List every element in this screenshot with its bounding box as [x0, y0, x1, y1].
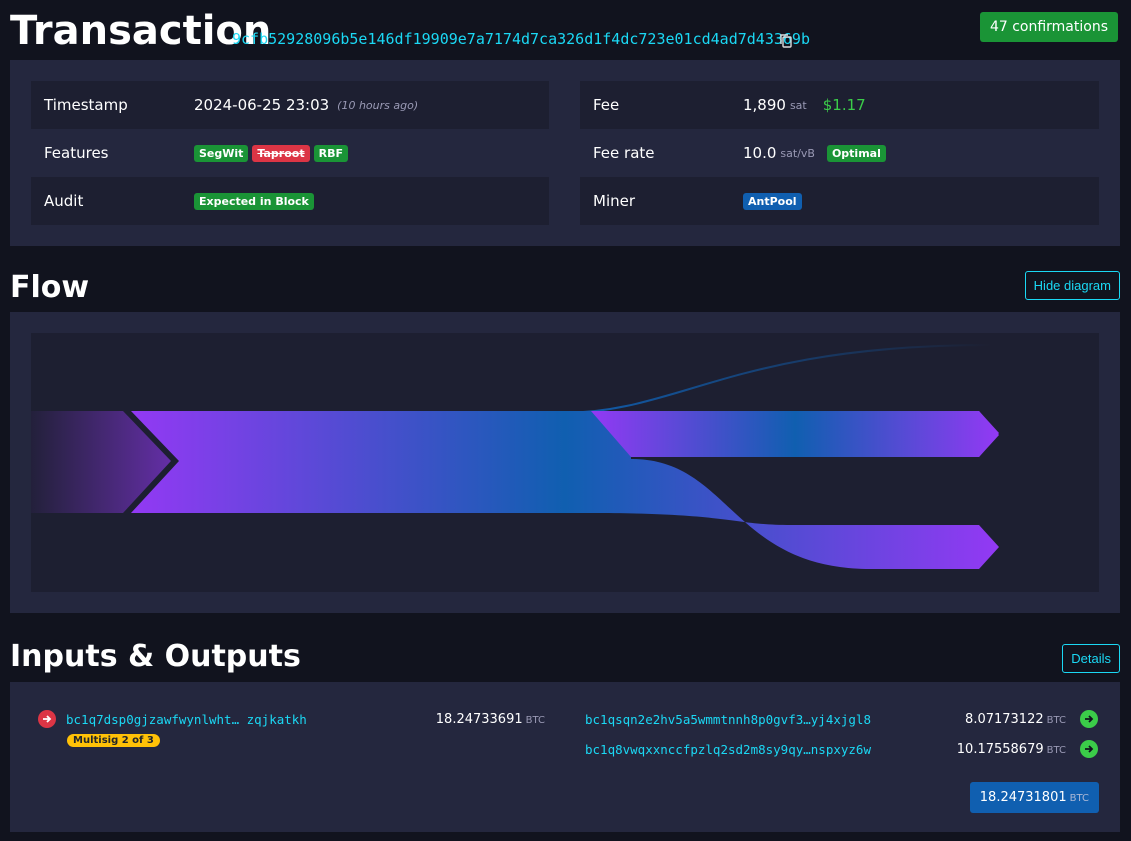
input-amount-value: 18.24733691 [435, 712, 523, 727]
io-title: Inputs & Outputs [10, 639, 301, 674]
taproot-badge[interactable]: Taproot [252, 144, 310, 162]
flow-output-top [591, 411, 999, 457]
fee-rate-row: Fee rate 10.0 sat/vB Optimal [580, 129, 1099, 177]
fee-label: Fee [593, 96, 620, 114]
multisig-badge: Multisig 2 of 3 [67, 734, 160, 747]
fee-rate-value: 10.0 [743, 144, 777, 162]
flow-title: Flow [10, 270, 90, 305]
flow-panel [10, 312, 1120, 613]
flow-diagram [31, 333, 1099, 592]
fee-rate-label: Fee rate [593, 144, 655, 162]
fee-usd: $1.17 [822, 96, 866, 114]
audit-label: Audit [44, 192, 84, 210]
total-amount-badge: 18.24731801 BTC [969, 782, 1099, 813]
miner-row: Miner AntPool [580, 177, 1099, 225]
output-arrow-icon-2[interactable] [1080, 740, 1098, 758]
fee-value: 1,890 [743, 96, 786, 114]
input-amount: 18.24733691 BTC [436, 712, 545, 727]
output-amount-2-value: 10.17558679 [956, 742, 1044, 757]
copy-icon[interactable] [780, 33, 792, 48]
total-amount-unit: BTC [1069, 793, 1089, 804]
details-button[interactable]: Details [1062, 644, 1120, 673]
segwit-badge[interactable]: SegWit [194, 144, 249, 162]
output-address-2[interactable]: bc1q8vwqxxnccfpzlq2sd2m8sy9qy…nspxyz6w [585, 742, 871, 757]
output-amount-1: 8.07173122 BTC [965, 712, 1066, 727]
io-panel: bc1q7dsp0gjzawfwynlwht… zqjkatkh Multisi… [10, 682, 1120, 832]
timestamp-row: Timestamp 2024-06-25 23:03 (10 hours ago… [31, 81, 549, 129]
fee-unit: sat [789, 98, 807, 112]
input-amount-unit: BTC [525, 715, 545, 726]
output-amount-1-unit: BTC [1046, 715, 1066, 726]
audit-row: Audit Expected in Block [31, 177, 549, 225]
optimal-badge: Optimal [826, 144, 886, 162]
timestamp-label: Timestamp [44, 96, 128, 114]
txid-link[interactable]: 9cfb52928096b5e146df19909e7a7174d7ca326d… [232, 30, 810, 48]
features-label: Features [44, 144, 109, 162]
output-address-1[interactable]: bc1qsqn2e2hv5a5wmmtnnh8p0gvf3…yj4xjgl8 [585, 712, 871, 727]
timestamp-ago: (10 hours ago) [337, 98, 419, 112]
timestamp-value: 2024-06-25 23:03 [194, 96, 330, 114]
flow-diagram-svg [31, 344, 999, 569]
confirmations-badge: 47 confirmations [979, 12, 1118, 42]
fee-row: Fee 1,890 sat $1.17 [580, 81, 1099, 129]
input-arrow-icon[interactable] [38, 710, 56, 728]
miner-label: Miner [593, 192, 636, 210]
total-amount-value: 18.24731801 [979, 790, 1067, 805]
details-panel: Timestamp 2024-06-25 23:03 (10 hours ago… [10, 60, 1120, 246]
output-amount-2-unit: BTC [1046, 745, 1066, 756]
flow-fee-line [560, 344, 992, 414]
hide-diagram-button[interactable]: Hide diagram [1024, 271, 1120, 300]
output-amount-1-value: 8.07173122 [965, 712, 1044, 727]
output-arrow-icon-1[interactable] [1080, 710, 1098, 728]
fee-rate-unit: sat/vB [780, 146, 815, 160]
input-address[interactable]: bc1q7dsp0gjzawfwynlwht… zqjkatkh [66, 712, 307, 727]
output-amount-2: 10.17558679 BTC [957, 742, 1066, 757]
rbf-badge[interactable]: RBF [313, 144, 348, 162]
audit-badge[interactable]: Expected in Block [194, 192, 314, 210]
miner-badge[interactable]: AntPool [743, 192, 802, 210]
features-row: Features SegWit Taproot RBF [31, 129, 549, 177]
